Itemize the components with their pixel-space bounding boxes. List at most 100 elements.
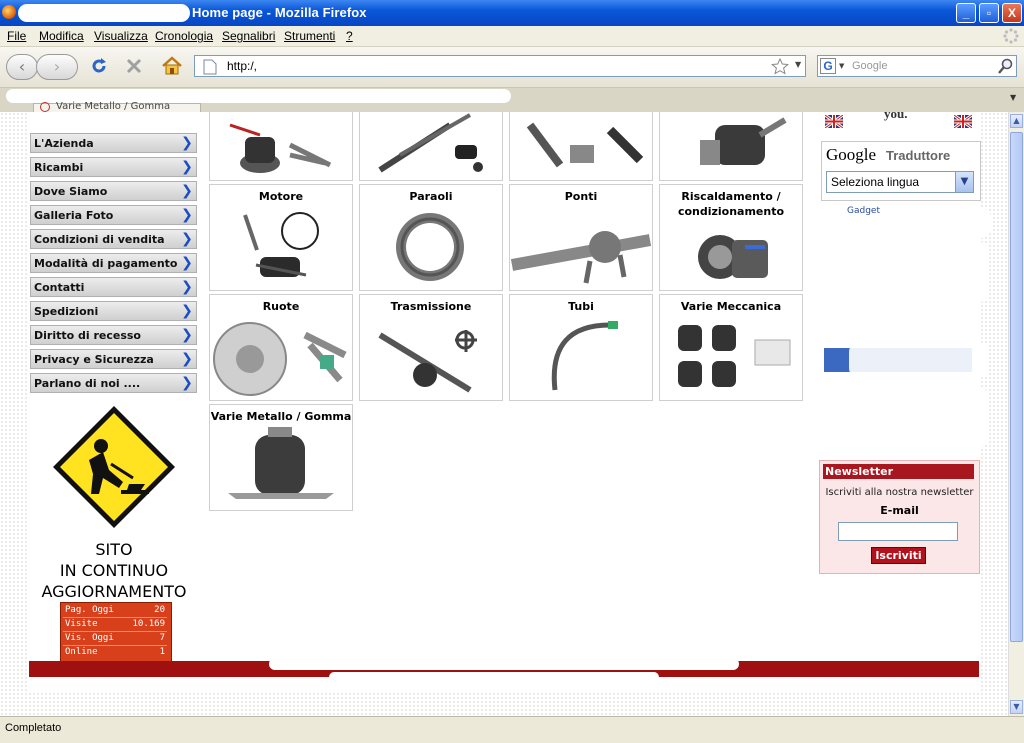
- chevron-right-icon: ❯: [181, 207, 193, 223]
- product-cell[interactable]: [509, 112, 653, 181]
- vertical-scrollbar[interactable]: ▲ ▼: [1008, 112, 1024, 716]
- tab-list-icon[interactable]: ▼: [1010, 93, 1016, 102]
- sidebar-item-recesso[interactable]: Diritto di recesso ❯: [30, 325, 197, 345]
- language-select[interactable]: Seleziona lingua ▼: [826, 171, 974, 193]
- redaction: [829, 242, 989, 302]
- home-icon[interactable]: [161, 55, 183, 77]
- counter-label: Pag. Oggi: [65, 605, 114, 615]
- chevron-right-icon: ❯: [181, 303, 193, 319]
- uk-flag-icon[interactable]: [954, 115, 972, 128]
- url-dropdown-icon[interactable]: ▼: [795, 60, 801, 69]
- menu-segnalibri[interactable]: Segnalibri: [222, 29, 275, 43]
- product-cell[interactable]: [359, 112, 503, 181]
- chevron-right-icon: ❯: [181, 135, 193, 151]
- notice-line: IN CONTINUO: [59, 561, 169, 580]
- language-select-value: Seleziona lingua: [831, 175, 920, 189]
- page-content: L'Azienda ❯ Ricambi ❯ Dove Siamo ❯ Galleria…: [29, 112, 991, 692]
- sidebar-item-galleria-foto[interactable]: Galleria Foto ❯: [30, 205, 197, 225]
- counter-row: Online 1: [63, 646, 167, 659]
- scroll-down-arrow-icon[interactable]: ▼: [1010, 700, 1023, 714]
- email-field[interactable]: [838, 522, 958, 541]
- sidebar-item-privacy[interactable]: Privacy e Sicurezza ❯: [30, 349, 197, 369]
- reload-icon[interactable]: [89, 56, 109, 76]
- product-image: [700, 117, 787, 165]
- menu-strumenti[interactable]: Strumenti: [284, 29, 335, 43]
- sidebar-item-condizioni[interactable]: Condizioni di vendita ❯: [30, 229, 197, 249]
- under-construction-sign-icon: [53, 406, 175, 528]
- counter-value: 20: [154, 605, 165, 615]
- scroll-up-arrow-icon[interactable]: ▲: [1010, 114, 1023, 128]
- sidebar-item-spedizioni[interactable]: Spedizioni ❯: [30, 301, 197, 321]
- forward-button[interactable]: ›: [36, 54, 78, 80]
- scroll-thumb[interactable]: [1010, 132, 1023, 642]
- subscribe-button[interactable]: Iscriviti: [871, 547, 926, 564]
- counter-value: 1: [159, 647, 165, 657]
- sidebar-item-ricambi[interactable]: Ricambi ❯: [30, 157, 197, 177]
- right-top-text: you.: [884, 112, 908, 121]
- status-bar: Completato: [0, 716, 1024, 743]
- status-text: Completato: [5, 722, 62, 734]
- menu-modifica[interactable]: Modifica: [39, 29, 84, 43]
- sidebar-item-pagamento[interactable]: Modalità di pagamento ❯: [30, 253, 197, 273]
- newsletter-box: Newsletter Iscriviti alla nostra newslet…: [819, 460, 980, 574]
- sidebar-item-dove-siamo[interactable]: Dove Siamo ❯: [30, 181, 197, 201]
- product-image: [243, 212, 319, 277]
- sidebar-item-parlano-di-noi[interactable]: Parlano di noi .... ❯: [30, 373, 197, 393]
- chevron-right-icon: ❯: [181, 351, 193, 367]
- chevron-right-icon: ❯: [181, 255, 193, 271]
- back-button[interactable]: ‹: [6, 54, 38, 80]
- menu-visualizza[interactable]: Visualizza: [94, 29, 148, 43]
- product-cell[interactable]: [659, 112, 803, 181]
- throbber-icon: [1003, 28, 1019, 44]
- gadget-link[interactable]: Gadget: [847, 206, 880, 216]
- product-ponti[interactable]: Ponti: [509, 184, 653, 291]
- window-title-bar: Home page - Mozilla Firefox _ ▫ X: [0, 0, 1024, 26]
- product-motore[interactable]: Motore: [209, 184, 353, 291]
- menu-cronologia[interactable]: Cronologia: [155, 29, 213, 43]
- search-engine-icon[interactable]: G: [820, 58, 836, 74]
- maximize-button[interactable]: ▫: [979, 3, 999, 23]
- stop-icon[interactable]: [124, 56, 144, 76]
- search-icon[interactable]: [998, 58, 1014, 74]
- newsletter-header: Newsletter: [823, 464, 974, 479]
- chevron-down-icon: ▼: [955, 172, 973, 192]
- product-varie-meccanica[interactable]: Varie Meccanica: [659, 294, 803, 401]
- menu-file[interactable]: File: [7, 29, 26, 43]
- product-cell[interactable]: [209, 112, 353, 181]
- web-page-viewport: L'Azienda ❯ Ricambi ❯ Dove Siamo ❯ Galleria…: [0, 112, 1008, 716]
- tab-icon: [40, 102, 50, 112]
- product-riscaldamento[interactable]: Riscaldamento / condizionamento: [659, 184, 803, 291]
- page-icon: [203, 59, 217, 75]
- redaction: [881, 208, 991, 238]
- minimize-button[interactable]: _: [956, 3, 976, 23]
- window-title: Home page - Mozilla Firefox: [192, 5, 367, 20]
- firefox-logo-icon: [2, 5, 16, 19]
- product-tubi[interactable]: Tubi: [509, 294, 653, 401]
- product-image: [526, 122, 644, 168]
- sidebar-item-label: Galleria Foto: [34, 209, 114, 222]
- product-varie-metallo-gomma[interactable]: Varie Metallo / Gomma: [209, 404, 353, 511]
- bookmark-star-icon[interactable]: [771, 58, 789, 76]
- uk-flag-icon[interactable]: [825, 115, 843, 128]
- redaction: [829, 387, 989, 447]
- sidebar-item-contatti[interactable]: Contatti ❯: [30, 277, 197, 297]
- sidebar-item-label: Spedizioni: [34, 305, 99, 318]
- notice-line: SITO: [95, 540, 133, 559]
- search-engine-dropdown-icon[interactable]: ▼: [839, 62, 844, 70]
- counter-value: 7: [159, 633, 165, 643]
- close-button[interactable]: X: [1002, 3, 1022, 23]
- search-box[interactable]: G ▼ Google: [817, 55, 1017, 77]
- product-paraoli[interactable]: Paraoli: [359, 184, 503, 291]
- sidebar-item-label: Condizioni di vendita: [34, 233, 165, 246]
- counter-label: Visite: [65, 619, 98, 629]
- email-label: E-mail: [880, 504, 919, 517]
- product-ruote[interactable]: Ruote: [209, 294, 353, 401]
- product-trasmissione[interactable]: Trasmissione: [359, 294, 503, 401]
- url-bar[interactable]: http:/, ▼: [194, 55, 806, 77]
- counter-value: 10.169: [132, 619, 165, 629]
- sidebar-item-label: Dove Siamo: [34, 185, 108, 198]
- sidebar-item-azienda[interactable]: L'Azienda ❯: [30, 133, 197, 153]
- product-image: [229, 123, 332, 173]
- chevron-right-icon: ❯: [181, 327, 193, 343]
- menu-help[interactable]: ?: [346, 29, 353, 43]
